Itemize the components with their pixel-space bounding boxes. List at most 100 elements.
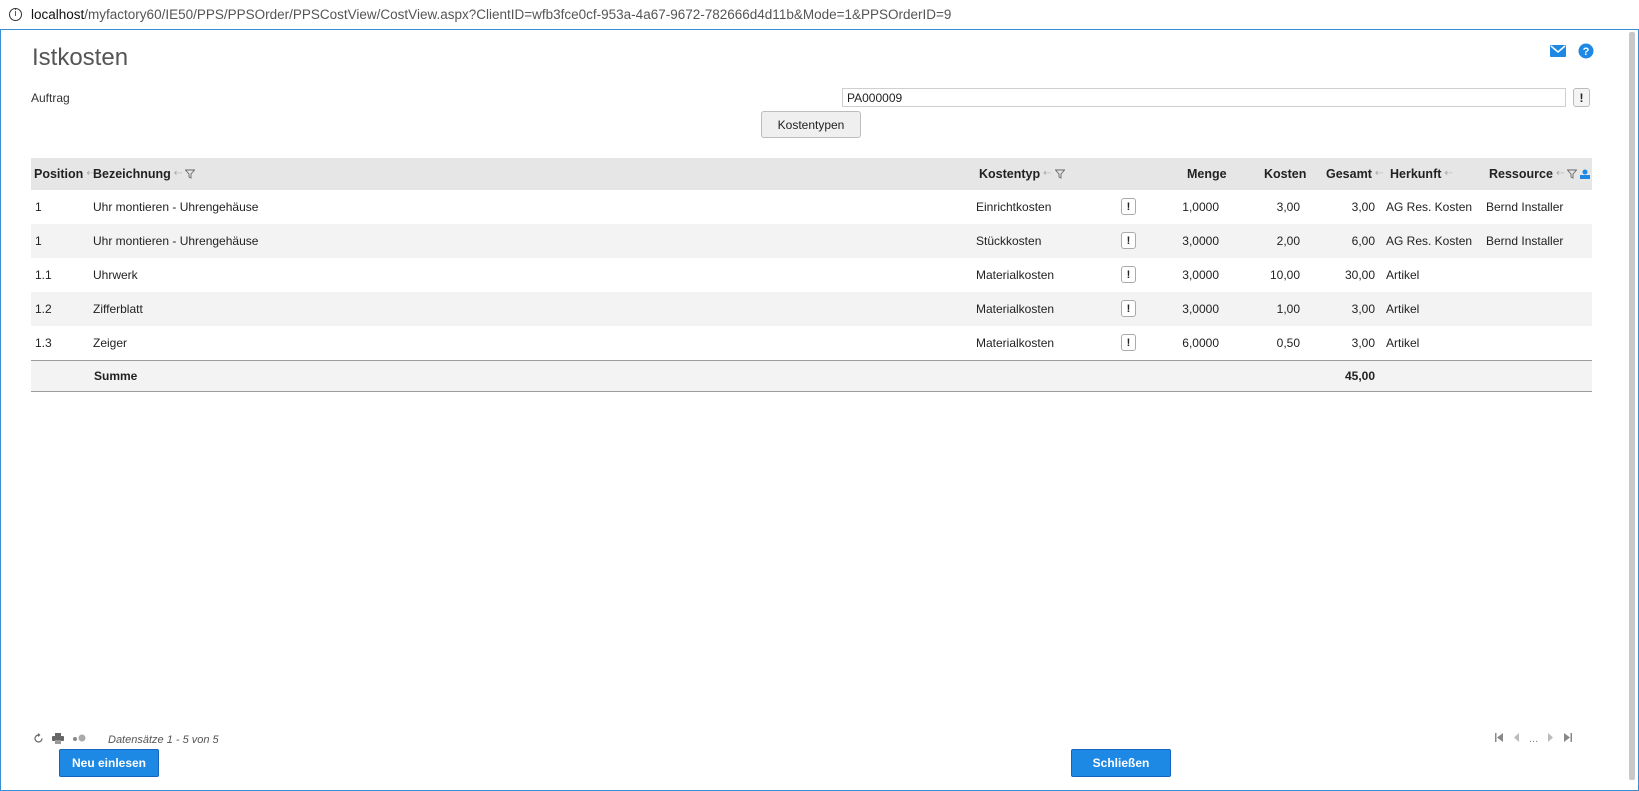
cell-herkunft: Artikel [1386,302,1420,316]
sum-value: 45,00 [1344,369,1375,383]
top-icons: ? [1549,42,1595,60]
url-host: localhost [31,7,85,22]
header-kosten[interactable]: Kosten [1264,158,1306,190]
cell-menge: 3,0000 [1182,302,1219,316]
cell-gesamt: 6,00 [1351,234,1375,248]
cell-position: 1.1 [35,268,52,282]
sum-row: Summe 45,00 [31,360,1592,392]
cell-herkunft: Artikel [1386,336,1420,350]
table-row[interactable]: 1 Uhr montieren - Uhrengehäuse Stückkost… [31,224,1592,258]
header-bezeichnung[interactable]: Bezeichnung ⇠ [93,158,196,190]
auftrag-info-button[interactable]: ! [1573,88,1590,107]
cell-herkunft: Artikel [1386,268,1420,282]
vertical-scrollbar[interactable] [1627,30,1637,782]
page-ellipsis[interactable]: ... [1529,733,1538,745]
settings-icon[interactable] [72,734,86,746]
url-path: /myfactory60/IE50/PPS/PPSOrder/PPSCostVi… [84,7,952,22]
cell-kosten: 1,00 [1276,302,1300,316]
help-icon[interactable]: ? [1577,42,1595,60]
cell-menge: 3,0000 [1182,234,1219,248]
row-info-button[interactable]: ! [1121,300,1136,317]
cell-kosten: 0,50 [1276,336,1300,350]
cell-menge: 1,0000 [1182,200,1219,214]
cell-menge: 6,0000 [1182,336,1219,350]
sort-icon[interactable]: ⇠ [1444,158,1452,190]
refresh-icon[interactable] [33,733,44,747]
prev-page-icon[interactable] [1513,733,1520,745]
sort-icon[interactable]: ⇠ [174,158,182,190]
cell-position: 1.2 [35,302,52,316]
cell-ressource: Bernd Installer [1486,200,1564,214]
cell-kosten: 10,00 [1269,268,1300,282]
row-info-button[interactable]: ! [1121,334,1136,351]
record-count: Datensätze 1 - 5 von 5 [108,734,219,746]
info-icon[interactable]: i [9,8,22,21]
column-chooser-icon[interactable] [1580,169,1591,179]
cell-gesamt: 30,00 [1344,268,1375,282]
grid-header: Position ⇠ Bezeichnung ⇠ Kostentyp ⇠ Menge … [31,158,1592,190]
print-icon[interactable] [52,733,64,747]
row-info-button[interactable]: ! [1121,198,1136,215]
scrollbar-thumb[interactable] [1629,32,1635,780]
filter-icon[interactable] [1054,169,1065,179]
filter-icon[interactable] [1567,169,1578,179]
first-page-icon[interactable] [1495,733,1504,745]
cell-kostentyp: Einrichtkosten [976,200,1052,214]
grid-toolbar: Datensätze 1 - 5 von 5 [33,733,219,747]
cell-bezeichnung: Uhr montieren - Uhrengehäuse [93,200,259,214]
cell-position: 1 [35,234,42,248]
schliessen-button[interactable]: Schließen [1071,749,1171,777]
auftrag-field[interactable]: PA000009 [842,88,1566,107]
header-kostentyp[interactable]: Kostentyp ⇠ [979,158,1065,190]
neu-einlesen-button[interactable]: Neu einlesen [59,749,159,777]
cell-gesamt: 3,00 [1351,302,1375,316]
cost-grid: Position ⇠ Bezeichnung ⇠ Kostentyp ⇠ Menge … [31,158,1592,392]
sum-label: Summe [94,369,138,383]
header-ressource-label: Ressource [1489,167,1553,181]
cell-bezeichnung: Zifferblatt [93,302,143,316]
cell-position: 1.3 [35,336,52,350]
table-row[interactable]: 1.2 Zifferblatt Materialkosten ! 3,0000 … [31,292,1592,326]
header-position[interactable]: Position ⇠ [34,158,95,190]
cell-kostentyp: Stückkosten [976,234,1042,248]
table-row[interactable]: 1 Uhr montieren - Uhrengehäuse Einrichtk… [31,190,1592,224]
header-gesamt-label: Gesamt [1326,167,1372,181]
header-position-label: Position [34,167,84,181]
header-herkunft-label: Herkunft [1390,167,1442,181]
cell-bezeichnung: Uhr montieren - Uhrengehäuse [93,234,259,248]
mail-icon[interactable] [1549,42,1567,60]
header-herkunft[interactable]: Herkunft ⇠ [1390,158,1453,190]
filter-icon[interactable] [185,169,196,179]
kostentypen-button[interactable]: Kostentypen [761,111,861,138]
cell-kosten: 3,00 [1276,200,1300,214]
row-info-button[interactable]: ! [1121,232,1136,249]
last-page-icon[interactable] [1563,733,1573,745]
cell-kostentyp: Materialkosten [976,268,1055,282]
header-bezeichnung-label: Bezeichnung [93,167,171,181]
table-row[interactable]: 1.3 Zeiger Materialkosten ! 6,0000 0,50 … [31,326,1592,360]
pager: ... [1495,733,1573,745]
auftrag-label: Auftrag [31,91,70,105]
cell-ressource: Bernd Installer [1486,234,1564,248]
address-bar[interactable]: i localhost/myfactory60/IE50/PPS/PPSOrde… [0,0,1639,30]
header-menge[interactable]: Menge [1187,158,1227,190]
next-page-icon[interactable] [1547,733,1554,745]
header-gesamt[interactable]: Gesamt ⇠ [1326,158,1383,190]
sort-icon[interactable]: ⇠ [1375,158,1383,190]
cell-bezeichnung: Zeiger [93,336,128,350]
svg-text:?: ? [1583,46,1590,58]
cell-gesamt: 3,00 [1351,200,1375,214]
cell-kosten: 2,00 [1276,234,1300,248]
cell-herkunft: AG Res. Kosten [1386,234,1473,248]
cell-position: 1 [35,200,42,214]
sort-icon[interactable]: ⇠ [1556,158,1564,190]
cell-kostentyp: Materialkosten [976,302,1055,316]
table-row[interactable]: 1.1 Uhrwerk Materialkosten ! 3,0000 10,0… [31,258,1592,292]
cell-kostentyp: Materialkosten [976,336,1055,350]
cell-bezeichnung: Uhrwerk [93,268,138,282]
cell-gesamt: 3,00 [1351,336,1375,350]
header-ressource[interactable]: Ressource ⇠ [1489,158,1591,190]
row-info-button[interactable]: ! [1121,266,1136,283]
cell-menge: 3,0000 [1182,268,1219,282]
sort-icon[interactable]: ⇠ [1043,158,1051,190]
